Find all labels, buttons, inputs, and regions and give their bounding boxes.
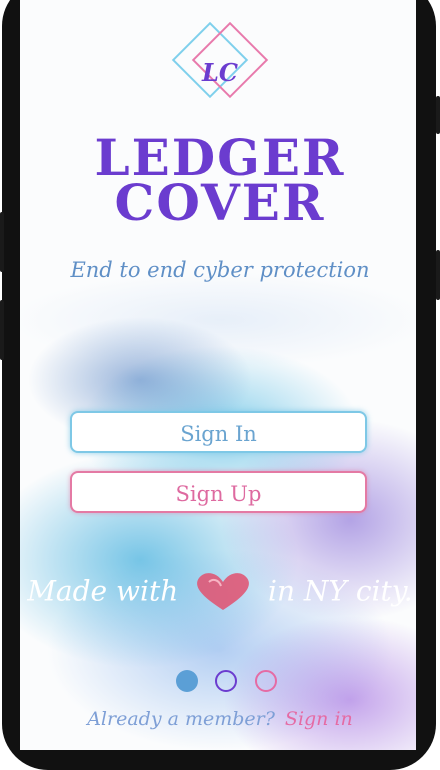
- brand-title-line2: COVER: [114, 173, 326, 232]
- logo-monogram: LC: [201, 58, 238, 87]
- page-dot-1[interactable]: [176, 670, 198, 692]
- page-indicator: [0, 670, 440, 698]
- phone-side-button: [0, 300, 4, 360]
- heart-icon: [197, 573, 250, 610]
- made-with-prefix: Made with: [27, 574, 179, 608]
- already-member-text: Already a member?: [87, 708, 275, 730]
- tagline: End to end cyber protection: [70, 258, 370, 282]
- page-dot-2[interactable]: [215, 670, 237, 692]
- sign-in-button[interactable]: Sign In: [70, 411, 367, 453]
- made-with-line: Made with in NY city.: [0, 570, 440, 612]
- phone-side-button: [436, 96, 440, 134]
- made-with-suffix: in NY city.: [268, 574, 413, 608]
- footer: Already a member? Sign in: [0, 708, 440, 730]
- footer-sign-in-link[interactable]: Sign in: [285, 708, 353, 730]
- page-dot-3[interactable]: [255, 670, 277, 692]
- ledger-cover-logo-icon: LC: [171, 22, 269, 99]
- sign-up-button[interactable]: Sign Up: [70, 471, 367, 513]
